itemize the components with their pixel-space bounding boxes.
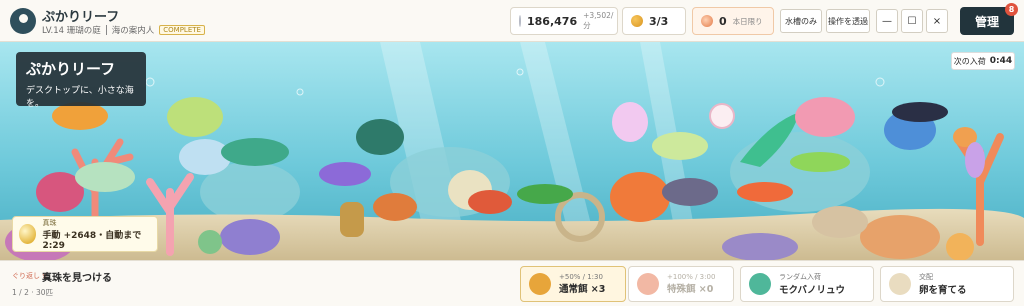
next-arrival-time: 0:44 — [989, 56, 1013, 66]
food-counter: 3/3 — [622, 7, 686, 35]
seahorse-icon — [749, 273, 771, 295]
pearl-counter: 186,476 +3,502/分 — [510, 7, 618, 35]
special-food-icon — [637, 273, 659, 295]
pearl-card-label: 真珠 — [42, 218, 57, 227]
bottom-bar: ぐり返し 9 真珠を見つける 1 / 2 · 30匹 +50% / 1:30 通常… — [0, 260, 1024, 306]
card-main: モクバノリュウ — [779, 285, 846, 296]
card-top: 交配 — [919, 273, 933, 281]
top-bar: ぷかりリーフ LV.14 珊瑚の庭 海の案内人 COMPLETE 186,476… — [0, 0, 1024, 42]
card-top: +100% / 3:00 — [667, 273, 716, 281]
shell-icon — [701, 15, 713, 27]
complete-badge: COMPLETE — [159, 25, 205, 35]
card-main: 特殊餌 ×0 — [667, 284, 714, 295]
rank-label: 海の案内人 — [111, 26, 155, 36]
mission-title: 真珠を見つける — [42, 273, 112, 284]
app-logo-icon — [10, 8, 36, 34]
shell-counter: 0 本日限り — [692, 7, 774, 35]
minimize-button[interactable]: — — [876, 9, 898, 33]
random-arrival-card[interactable]: ランダム入荷モクバノリュウ — [740, 266, 874, 302]
food-count: 3/3 — [649, 14, 669, 28]
card-main: 卵を育てる — [919, 285, 967, 296]
next-arrival-label: 次の入荷 — [953, 56, 986, 66]
manage-label: 管理 — [974, 14, 999, 29]
manage-button[interactable]: 管理 8 — [960, 3, 1018, 35]
pearl-card-status: 手動 +2648・自動まで 2:29 — [42, 230, 142, 251]
shell-note: 本日限り — [732, 16, 763, 26]
tank-tagline: デスクトップに、小さな海を。 — [26, 86, 134, 109]
card-top: +50% / 1:30 — [559, 273, 603, 281]
title-card: ぷかりリーフ デスクトップに、小さな海を。 — [16, 52, 146, 109]
tank-title: ぷかりリーフ — [26, 60, 116, 78]
breeding-card[interactable]: 交配 卵を育てる — [880, 266, 1014, 302]
card-main: 通常餌 ×3 — [559, 284, 606, 295]
notification-badge: 8 — [1005, 3, 1018, 16]
pearl-icon — [519, 15, 521, 27]
water-only-button[interactable]: 水槽のみ — [780, 9, 822, 33]
level-label: LV.14 珊瑚の庭 — [42, 26, 101, 36]
pearl-collect-card[interactable]: 真珠 手動 +2648・自動まで 2:29 — [12, 216, 158, 252]
normal-food-card[interactable]: +50% / 1:30 通常餌 ×3 — [520, 266, 626, 302]
click-through-button[interactable]: 操作を透過 — [826, 9, 870, 33]
food-icon — [631, 15, 643, 27]
pearl-icon — [19, 224, 37, 244]
card-top: ランダム入荷 — [779, 273, 821, 281]
pearl-count: 186,476 — [527, 14, 578, 28]
app-title: ぷかりリーフ — [42, 10, 120, 25]
special-food-card[interactable]: +100% / 3:00 特殊餌 ×0 — [628, 266, 734, 302]
egg-icon — [889, 273, 911, 295]
shell-count: 0 — [719, 14, 727, 28]
divider — [105, 25, 107, 35]
close-button[interactable]: × — [926, 9, 948, 33]
next-arrival-timer: 次の入荷 0:44 — [951, 52, 1015, 70]
maximize-button[interactable]: ☐ — [901, 9, 923, 33]
mission-progress: 1 / 2 · 30匹 — [12, 288, 54, 297]
food-icon — [529, 273, 551, 295]
level-info: LV.14 珊瑚の庭 海の案内人 COMPLETE — [42, 24, 205, 36]
pearl-rate: +3,502/分 — [583, 11, 614, 30]
